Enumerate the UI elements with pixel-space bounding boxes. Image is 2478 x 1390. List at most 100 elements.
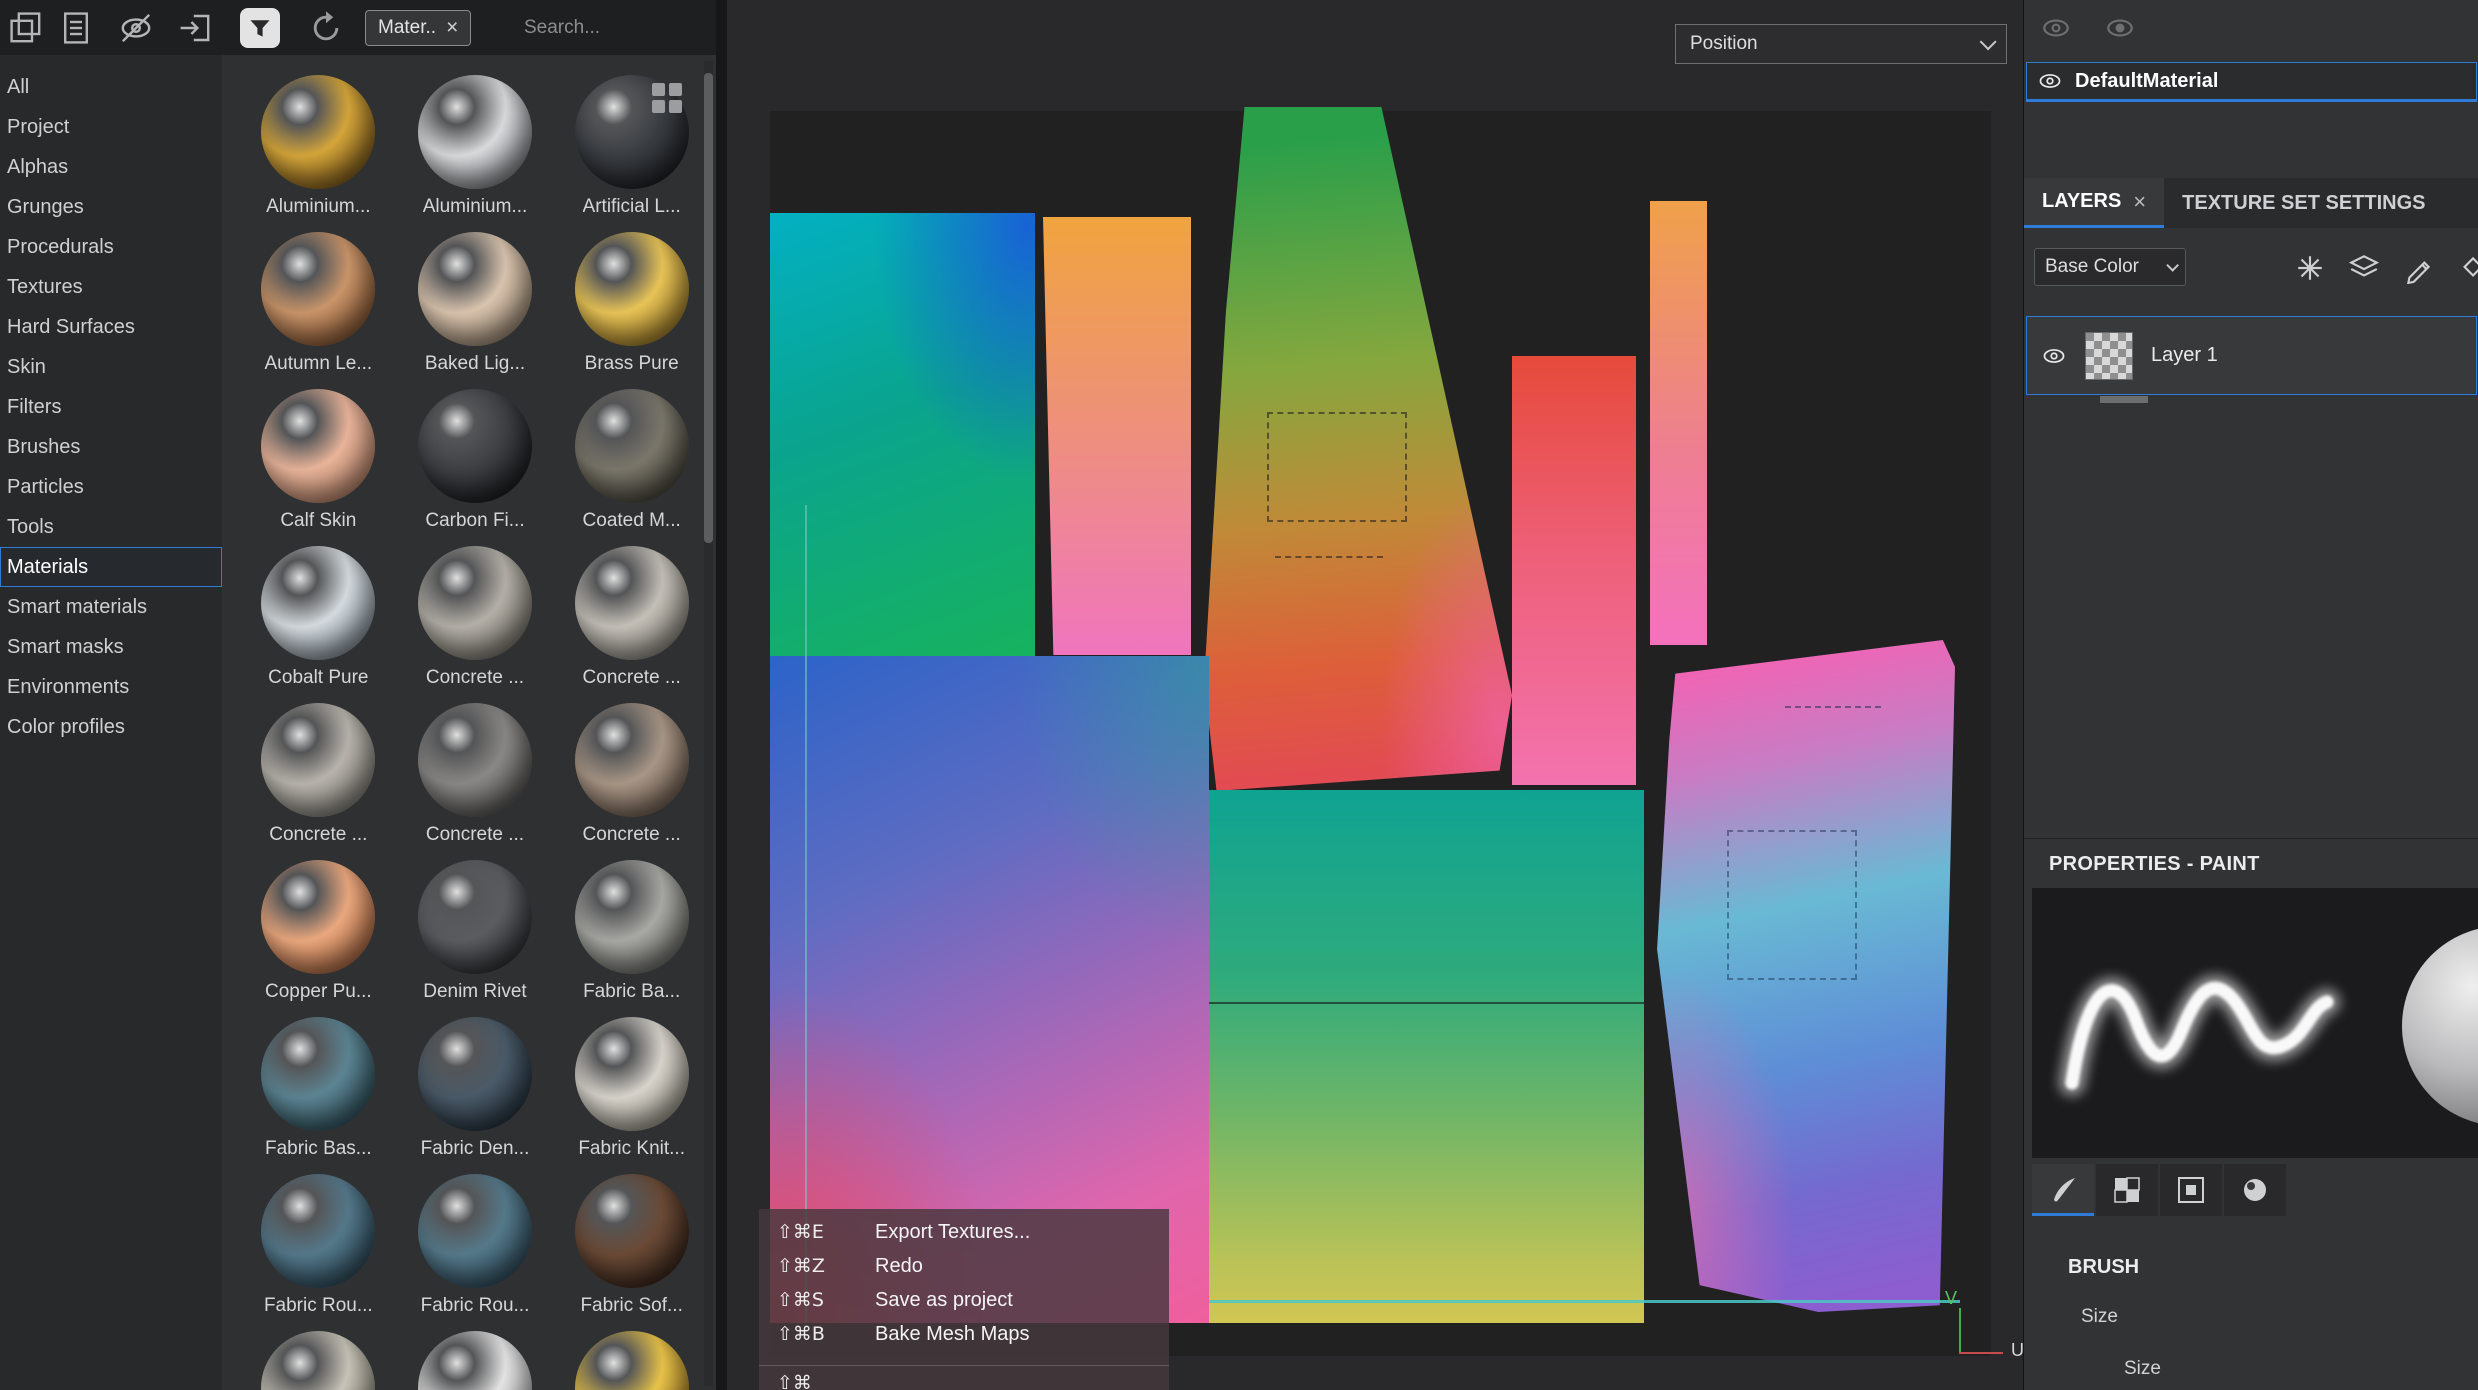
material-item[interactable]: Fabric Rou... [400, 1174, 550, 1331]
eye-outline-icon[interactable] [2104, 12, 2136, 44]
material-label: Artificial L... [583, 196, 681, 218]
grid-view-icon[interactable] [652, 83, 684, 115]
sidebar-item[interactable]: Skin [0, 347, 222, 387]
material-sphere-icon[interactable] [2224, 1164, 2286, 1216]
material-item[interactable]: Calf Skin [243, 389, 393, 546]
material-item[interactable]: Fabric Sof... [557, 1174, 707, 1331]
close-icon[interactable]: × [446, 16, 458, 40]
material-label: Concrete ... [426, 667, 524, 689]
material-item[interactable]: Carbon Fi... [400, 389, 550, 546]
context-menu-item[interactable]: ⇧⌘B Bake Mesh Maps [759, 1317, 1169, 1351]
material-item[interactable]: Cobalt Pure [243, 546, 393, 703]
position-dropdown[interactable]: Position [1675, 24, 2007, 64]
sidebar-item[interactable]: Environments [0, 667, 222, 707]
material-thumbnail [418, 546, 532, 660]
fill-icon[interactable] [2456, 252, 2478, 284]
sidebar-item[interactable]: Procedurals [0, 227, 222, 267]
uv-seam-marks [1727, 830, 1857, 980]
document-icon[interactable] [58, 10, 94, 46]
sidebar-item[interactable]: Brushes [0, 427, 222, 467]
sidebar-item[interactable]: Project [0, 107, 222, 147]
sidebar-item[interactable]: Smart materials [0, 587, 222, 627]
properties-header: PROPERTIES - PAINT [2024, 838, 2478, 876]
material-label: Concrete ... [269, 824, 367, 846]
brush-tab-icon[interactable] [2032, 1164, 2094, 1216]
material-item[interactable] [557, 1331, 707, 1390]
material-item[interactable]: Aluminium... [243, 75, 393, 232]
material-item[interactable]: Brass Pure [557, 232, 707, 389]
sidebar-item[interactable]: Particles [0, 467, 222, 507]
sidebar-item[interactable]: All [0, 67, 222, 107]
material-item[interactable]: Autumn Le... [243, 232, 393, 389]
context-menu-item[interactable]: ⇧⌘S Save as project [759, 1283, 1169, 1317]
filter-icon[interactable] [240, 8, 280, 48]
filter-chip-materials[interactable]: Mater.. × [365, 10, 471, 46]
material-item[interactable]: Fabric Bas... [243, 1017, 393, 1174]
sidebar-item[interactable]: Alphas [0, 147, 222, 187]
texture-set-row[interactable]: DefaultMaterial [2026, 62, 2477, 102]
material-item[interactable]: Concrete ... [400, 546, 550, 703]
material-label: Aluminium... [423, 196, 528, 218]
material-item[interactable]: Baked Lig... [400, 232, 550, 389]
layer-stack-icon[interactable] [2348, 252, 2380, 284]
sidebar-item[interactable]: Grunges [0, 187, 222, 227]
menu-shortcut: ⇧⌘S [777, 1289, 875, 1311]
material-item[interactable]: Copper Pu... [243, 860, 393, 1017]
context-menu-item[interactable]: ⇧⌘E Export Textures... [759, 1215, 1169, 1249]
sidebar-item[interactable]: Color profiles [0, 707, 222, 747]
pencil-icon[interactable] [2403, 252, 2435, 284]
tab-texture-set-settings[interactable]: TEXTURE SET SETTINGS [2164, 178, 2443, 228]
material-item[interactable]: Concrete ... [400, 703, 550, 860]
sidebar-item-label: Smart materials [7, 596, 147, 618]
scrollbar-thumb[interactable] [704, 73, 713, 543]
sidebar-item-label: Project [7, 116, 69, 138]
sidebar-item[interactable]: Hard Surfaces [0, 307, 222, 347]
exit-icon[interactable] [177, 10, 213, 46]
new-project-icon[interactable] [8, 10, 44, 46]
refresh-icon[interactable] [308, 10, 344, 46]
close-icon[interactable]: × [2133, 189, 2146, 215]
material-item[interactable]: Fabric Ba... [557, 860, 707, 1017]
eye-icon[interactable] [2037, 68, 2063, 94]
material-thumbnail [575, 546, 689, 660]
layer-visibility-eye-icon[interactable] [2041, 343, 2067, 369]
layer-row[interactable]: Layer 1 [2026, 316, 2477, 395]
material-item[interactable]: Fabric Knit... [557, 1017, 707, 1174]
checker-tab-icon[interactable] [2096, 1164, 2158, 1216]
material-thumbnail [261, 232, 375, 346]
sidebar-item[interactable]: Tools [0, 507, 222, 547]
top-toolbar: Mater.. × [0, 0, 727, 55]
tab-layers[interactable]: LAYERS × [2024, 178, 2164, 228]
material-label: Fabric Bas... [265, 1138, 372, 1160]
channel-dropdown[interactable]: Base Color [2034, 248, 2186, 286]
material-item[interactable]: Concrete ... [557, 703, 707, 860]
material-item[interactable]: Artificial L... [557, 75, 707, 232]
hide-ui-icon[interactable] [118, 10, 154, 46]
sidebar-item[interactable]: Materials [0, 547, 222, 587]
shelf-scrollbar[interactable] [704, 61, 713, 1386]
material-item[interactable] [243, 1331, 393, 1390]
sidebar-item[interactable]: Textures [0, 267, 222, 307]
context-menu-item[interactable]: ⇧⌘ [759, 1365, 1169, 1390]
particles-icon[interactable] [2294, 252, 2326, 284]
search-input[interactable] [524, 12, 704, 44]
material-item[interactable] [400, 1331, 550, 1390]
material-item[interactable]: Concrete ... [557, 546, 707, 703]
sidebar-item[interactable]: Smart masks [0, 627, 222, 667]
material-item[interactable]: Fabric Den... [400, 1017, 550, 1174]
material-item[interactable]: Coated M... [557, 389, 707, 546]
sidebar-item[interactable]: Filters [0, 387, 222, 427]
u-axis-line [1959, 1352, 2003, 1354]
material-item[interactable]: Concrete ... [243, 703, 393, 860]
material-item[interactable]: Denim Rivet [400, 860, 550, 1017]
uv-2d-view[interactable]: V U Position ⇧⌘E Export Textures... ⇧⌘Z … [727, 0, 2023, 1390]
stencil-tab-icon[interactable] [2160, 1164, 2222, 1216]
sidebar-item-label: Alphas [7, 156, 68, 178]
uv-island [1043, 217, 1191, 655]
material-thumbnail [575, 1017, 689, 1131]
context-menu-item[interactable]: ⇧⌘Z Redo [759, 1249, 1169, 1283]
tab-texture-set-settings-label: TEXTURE SET SETTINGS [2182, 192, 2425, 215]
eye-icon[interactable] [2040, 12, 2072, 44]
material-item[interactable]: Fabric Rou... [243, 1174, 393, 1331]
material-item[interactable]: Aluminium... [400, 75, 550, 232]
